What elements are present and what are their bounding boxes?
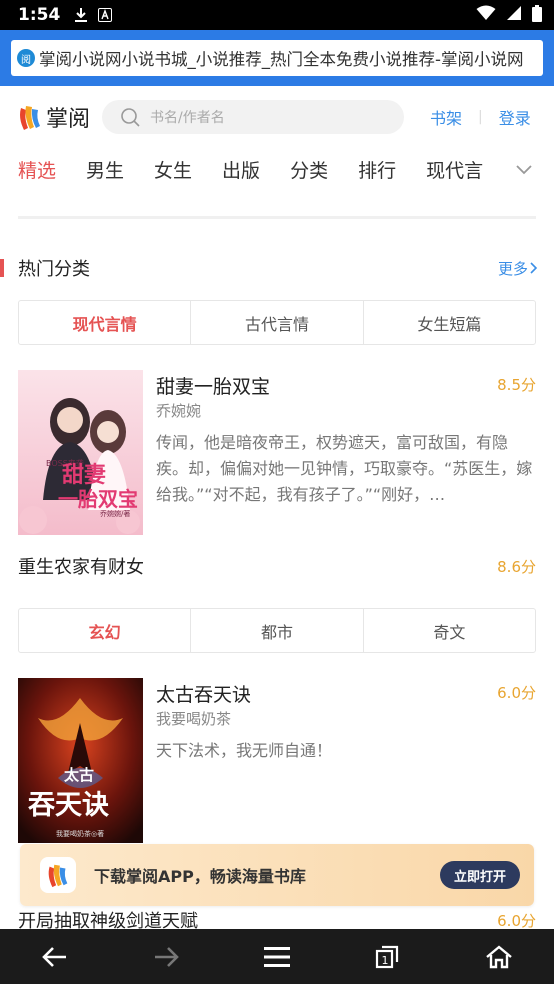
book-card[interactable]: 太古 吞天诀 我要喝奶茶◎著 太古吞天诀 6.0分 我要喝奶茶 天下法术，我无师… <box>18 678 536 843</box>
list-book-title[interactable]: 重生农家有财女 <box>18 553 144 579</box>
tab-modern-romance[interactable]: 现代言 <box>426 156 483 183</box>
search-placeholder: 书名/作者名 <box>150 110 225 126</box>
wifi-icon <box>476 5 496 25</box>
tabs-expand-button[interactable] <box>494 148 554 190</box>
cover-title-bottom: 吞天诀 <box>28 790 109 821</box>
menu-button[interactable] <box>247 929 307 984</box>
download-app-banner[interactable]: 下载掌阅APP，畅读海量书库 立即打开 <box>20 844 534 906</box>
tab-featured[interactable]: 精选 <box>18 156 56 183</box>
status-bar: 1:54 <box>0 0 554 30</box>
segment-modern-romance[interactable]: 现代言情 <box>19 301 190 344</box>
cover-author-mark: 我要喝奶茶◎著 <box>56 829 104 838</box>
url-field[interactable]: 阅 掌阅小说网小说书城_小说推荐_热门全本免费小说推荐-掌阅小说网 <box>11 40 543 76</box>
browser-nav-bar: 1 <box>0 929 554 984</box>
segment-strange[interactable]: 奇文 <box>362 609 535 652</box>
section-accent-bar <box>0 259 4 277</box>
genre-segment-female: 现代言情 古代言情 女生短篇 <box>18 300 536 345</box>
cover-title-top: 甜妻 <box>62 462 106 488</box>
home-icon <box>485 944 512 968</box>
more-label: 更多 <box>497 259 528 278</box>
login-link[interactable]: 登录 <box>499 105 531 129</box>
app-notification-icon <box>98 8 113 22</box>
book-title[interactable]: 太古吞天诀 <box>156 680 251 707</box>
search-input[interactable]: 书名/作者名 <box>102 100 404 134</box>
status-time: 1:54 <box>18 5 61 25</box>
section-divider <box>18 216 536 219</box>
svg-text:1: 1 <box>381 954 388 967</box>
home-button[interactable] <box>469 929 529 984</box>
cover-title-top: 太古 <box>64 766 94 784</box>
bookshelf-link[interactable]: 书架 <box>430 105 462 129</box>
cover-title-bottom: 一胎双宝 <box>58 487 138 511</box>
back-icon <box>42 946 67 967</box>
genre-segment-male: 玄幻 都市 奇文 <box>18 608 536 653</box>
signal-icon <box>506 5 522 25</box>
book-card[interactable]: BOSS来袭 甜妻 一胎双宝 乔婉婉/著 甜妻一胎双宝 8.5分 乔婉婉 传闻，… <box>18 370 536 535</box>
download-icon <box>74 7 88 23</box>
menu-icon <box>263 946 290 967</box>
battery-icon <box>532 4 542 26</box>
book-description: 传闻，他是暗夜帝王，权势遮天，富可敌国，有隐疾。却，偏偏对她一见钟情，巧取豪夺。… <box>156 433 533 504</box>
book-cover[interactable]: 太古 吞天诀 我要喝奶茶◎著 <box>18 678 143 843</box>
tabs-button[interactable]: 1 <box>358 929 418 984</box>
banner-text: 下载掌阅APP，畅读海量书库 <box>94 867 306 886</box>
logo-text: 掌阅 <box>46 107 91 132</box>
tab-male[interactable]: 男生 <box>86 156 124 183</box>
chevron-right-icon <box>530 262 538 274</box>
book-description: 天下法术，我无师自通！ <box>156 741 333 760</box>
site-favicon-icon: 阅 <box>17 49 35 67</box>
tab-ranking[interactable]: 排行 <box>358 156 396 183</box>
hot-categories-header: 热门分类 更多 <box>0 250 554 286</box>
open-app-button[interactable]: 立即打开 <box>440 861 520 889</box>
search-icon <box>121 108 140 127</box>
book-author: 乔婉婉 <box>156 402 202 420</box>
book-title[interactable]: 甜妻一胎双宝 <box>156 372 270 399</box>
forward-button[interactable] <box>136 929 196 984</box>
url-text: 掌阅小说网小说书城_小说推荐_热门全本免费小说推荐-掌阅小说网 <box>39 50 524 69</box>
app-logo-icon <box>40 857 76 893</box>
browser-url-bar: 阅 掌阅小说网小说书城_小说推荐_热门全本免费小说推荐-掌阅小说网 <box>0 30 554 86</box>
tab-female[interactable]: 女生 <box>154 156 192 183</box>
section-title: 热门分类 <box>18 259 90 280</box>
back-button[interactable] <box>25 929 85 984</box>
tabs-icon: 1 <box>375 945 398 968</box>
book-score: 6.0分 <box>497 684 536 702</box>
zhangyue-logo-icon <box>20 106 40 130</box>
more-link[interactable]: 更多 <box>498 258 538 279</box>
forward-icon <box>155 946 180 967</box>
chevron-down-icon <box>516 165 532 175</box>
book-cover[interactable]: BOSS来袭 甜妻 一胎双宝 乔婉婉/著 <box>18 370 143 535</box>
header-separator: | <box>478 109 483 125</box>
cover-author-mark: 乔婉婉/著 <box>100 509 130 518</box>
list-book-score: 8.6分 <box>497 557 536 576</box>
tab-categories[interactable]: 分类 <box>290 156 328 183</box>
site-logo[interactable]: 掌阅 <box>18 101 98 133</box>
segment-short-stories[interactable]: 女生短篇 <box>362 301 535 344</box>
segment-urban[interactable]: 都市 <box>190 609 362 652</box>
list-item[interactable]: 重生农家有财女 8.6分 <box>18 551 536 581</box>
list-book-score: 6.0分 <box>497 911 536 930</box>
book-author: 我要喝奶茶 <box>156 710 232 728</box>
category-tabs: 精选 男生 女生 出版 分类 排行 现代言 <box>0 148 554 190</box>
book-score: 8.5分 <box>497 376 536 394</box>
segment-ancient-romance[interactable]: 古代言情 <box>190 301 362 344</box>
site-header: 掌阅 书名/作者名 书架 | 登录 <box>0 86 554 148</box>
segment-fantasy[interactable]: 玄幻 <box>19 609 190 652</box>
tab-published[interactable]: 出版 <box>222 156 260 183</box>
